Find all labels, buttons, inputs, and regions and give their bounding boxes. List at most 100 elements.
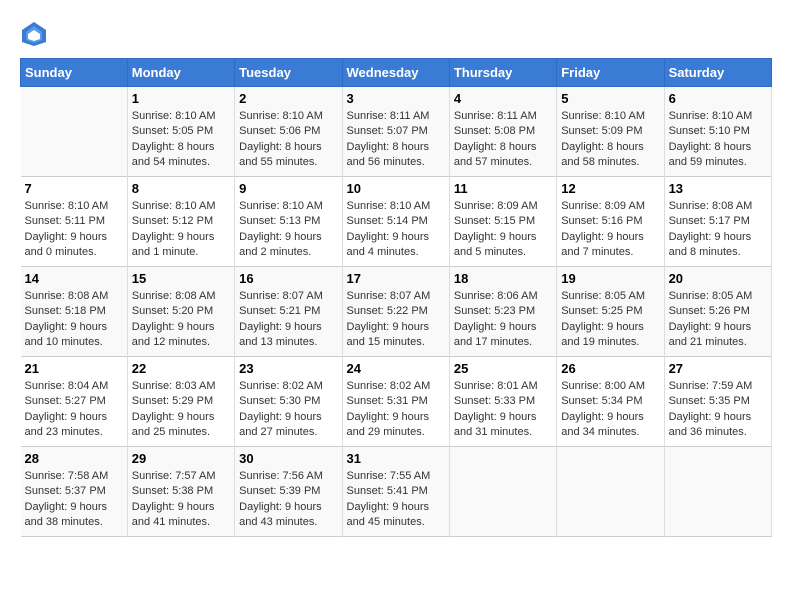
- day-number: 13: [669, 181, 767, 196]
- day-number: 10: [347, 181, 445, 196]
- day-info: Sunrise: 8:08 AM Sunset: 5:18 PM Dayligh…: [25, 289, 123, 351]
- day-number: 4: [454, 91, 552, 106]
- calendar-table: SundayMondayTuesdayWednesdayThursdayFrid…: [20, 58, 772, 537]
- day-number: 26: [561, 361, 659, 376]
- calendar-cell: 30Sunrise: 7:56 AM Sunset: 5:39 PM Dayli…: [235, 447, 342, 537]
- day-number: 29: [132, 451, 230, 466]
- day-info: Sunrise: 8:05 AM Sunset: 5:25 PM Dayligh…: [561, 289, 659, 351]
- day-info: Sunrise: 8:10 AM Sunset: 5:14 PM Dayligh…: [347, 199, 445, 261]
- day-number: 5: [561, 91, 659, 106]
- day-number: 20: [669, 271, 767, 286]
- calendar-cell: 21 Sunrise: 8:04 AM Sunset: 5:27 PM Dayli…: [21, 357, 128, 447]
- calendar-week-row: 7 Sunrise: 8:10 AM Sunset: 5:11 PM Daylig…: [21, 177, 772, 267]
- header-wednesday: Wednesday: [342, 59, 449, 87]
- day-number: 8: [132, 181, 230, 196]
- calendar-cell: 26 Sunrise: 8:00 AM Sunset: 5:34 PM Dayli…: [557, 357, 664, 447]
- calendar-cell: [664, 447, 771, 537]
- day-info: Sunrise: 8:00 AM Sunset: 5:34 PM Dayligh…: [561, 379, 659, 441]
- calendar-cell: 25 Sunrise: 8:01 AM Sunset: 5:33 PM Dayli…: [449, 357, 556, 447]
- day-info: Sunrise: 8:07 AM Sunset: 5:22 PM Dayligh…: [347, 289, 445, 351]
- calendar-week-row: 1 Sunrise: 8:10 AM Sunset: 5:05 PM Daylig…: [21, 87, 772, 177]
- day-info: Sunrise: 8:10 AM Sunset: 5:09 PM Dayligh…: [561, 109, 659, 171]
- calendar-cell: 28Sunrise: 7:58 AM Sunset: 5:37 PM Dayli…: [21, 447, 128, 537]
- calendar-cell: 15Sunrise: 8:08 AM Sunset: 5:20 PM Dayli…: [127, 267, 234, 357]
- calendar-cell: 27 Sunrise: 7:59 AM Sunset: 5:35 PM Dayli…: [664, 357, 771, 447]
- calendar-cell: 24 Sunrise: 8:02 AM Sunset: 5:31 PM Dayli…: [342, 357, 449, 447]
- logo-icon: [20, 20, 48, 48]
- calendar-cell: 5 Sunrise: 8:10 AM Sunset: 5:09 PM Daylig…: [557, 87, 664, 177]
- day-info: Sunrise: 8:06 AM Sunset: 5:23 PM Dayligh…: [454, 289, 552, 351]
- day-info: Sunrise: 7:59 AM Sunset: 5:35 PM Dayligh…: [669, 379, 767, 441]
- day-number: 7: [25, 181, 123, 196]
- calendar-week-row: 28Sunrise: 7:58 AM Sunset: 5:37 PM Dayli…: [21, 447, 772, 537]
- calendar-cell: 31 Sunrise: 7:55 AM Sunset: 5:41 PM Dayli…: [342, 447, 449, 537]
- calendar-cell: 3 Sunrise: 8:11 AM Sunset: 5:07 PM Daylig…: [342, 87, 449, 177]
- calendar-cell: 16 Sunrise: 8:07 AM Sunset: 5:21 PM Dayli…: [235, 267, 342, 357]
- day-number: 3: [347, 91, 445, 106]
- day-info: Sunrise: 8:04 AM Sunset: 5:27 PM Dayligh…: [25, 379, 123, 441]
- calendar-cell: 29Sunrise: 7:57 AM Sunset: 5:38 PM Dayli…: [127, 447, 234, 537]
- day-info: Sunrise: 8:05 AM Sunset: 5:26 PM Dayligh…: [669, 289, 767, 351]
- day-number: 1: [132, 91, 230, 106]
- day-number: 23: [239, 361, 337, 376]
- calendar-cell: 7 Sunrise: 8:10 AM Sunset: 5:11 PM Daylig…: [21, 177, 128, 267]
- calendar-week-row: 21 Sunrise: 8:04 AM Sunset: 5:27 PM Dayli…: [21, 357, 772, 447]
- day-number: 2: [239, 91, 337, 106]
- day-number: 19: [561, 271, 659, 286]
- calendar-week-row: 14 Sunrise: 8:08 AM Sunset: 5:18 PM Dayli…: [21, 267, 772, 357]
- day-number: 24: [347, 361, 445, 376]
- day-number: 14: [25, 271, 123, 286]
- day-info: Sunrise: 8:08 AM Sunset: 5:17 PM Dayligh…: [669, 199, 767, 261]
- day-info: Sunrise: 8:02 AM Sunset: 5:30 PM Dayligh…: [239, 379, 337, 441]
- day-info: Sunrise: 8:09 AM Sunset: 5:16 PM Dayligh…: [561, 199, 659, 261]
- calendar-cell: [449, 447, 556, 537]
- header-row: SundayMondayTuesdayWednesdayThursdayFrid…: [21, 59, 772, 87]
- day-info: Sunrise: 7:55 AM Sunset: 5:41 PM Dayligh…: [347, 469, 445, 531]
- calendar-cell: 17Sunrise: 8:07 AM Sunset: 5:22 PM Dayli…: [342, 267, 449, 357]
- day-info: Sunrise: 8:02 AM Sunset: 5:31 PM Dayligh…: [347, 379, 445, 441]
- day-info: Sunrise: 7:58 AM Sunset: 5:37 PM Dayligh…: [25, 469, 123, 531]
- calendar-cell: 9 Sunrise: 8:10 AM Sunset: 5:13 PM Daylig…: [235, 177, 342, 267]
- day-info: Sunrise: 8:10 AM Sunset: 5:11 PM Dayligh…: [25, 199, 123, 261]
- calendar-header: SundayMondayTuesdayWednesdayThursdayFrid…: [21, 59, 772, 87]
- day-number: 27: [669, 361, 767, 376]
- header-tuesday: Tuesday: [235, 59, 342, 87]
- day-info: Sunrise: 8:10 AM Sunset: 5:05 PM Dayligh…: [132, 109, 230, 171]
- calendar-cell: 13 Sunrise: 8:08 AM Sunset: 5:17 PM Dayli…: [664, 177, 771, 267]
- header-thursday: Thursday: [449, 59, 556, 87]
- day-number: 21: [25, 361, 123, 376]
- day-number: 18: [454, 271, 552, 286]
- day-number: 30: [239, 451, 337, 466]
- calendar-cell: [21, 87, 128, 177]
- calendar-cell: 4Sunrise: 8:11 AM Sunset: 5:08 PM Daylig…: [449, 87, 556, 177]
- day-number: 31: [347, 451, 445, 466]
- calendar-cell: 2 Sunrise: 8:10 AM Sunset: 5:06 PM Daylig…: [235, 87, 342, 177]
- day-number: 16: [239, 271, 337, 286]
- day-number: 9: [239, 181, 337, 196]
- day-info: Sunrise: 8:10 AM Sunset: 5:06 PM Dayligh…: [239, 109, 337, 171]
- calendar-body: 1 Sunrise: 8:10 AM Sunset: 5:05 PM Daylig…: [21, 87, 772, 537]
- day-number: 25: [454, 361, 552, 376]
- header-monday: Monday: [127, 59, 234, 87]
- calendar-cell: 20 Sunrise: 8:05 AM Sunset: 5:26 PM Dayli…: [664, 267, 771, 357]
- day-info: Sunrise: 8:07 AM Sunset: 5:21 PM Dayligh…: [239, 289, 337, 351]
- header-saturday: Saturday: [664, 59, 771, 87]
- calendar-cell: 14 Sunrise: 8:08 AM Sunset: 5:18 PM Dayli…: [21, 267, 128, 357]
- day-number: 22: [132, 361, 230, 376]
- calendar-cell: 18 Sunrise: 8:06 AM Sunset: 5:23 PM Dayli…: [449, 267, 556, 357]
- calendar-cell: 11Sunrise: 8:09 AM Sunset: 5:15 PM Dayli…: [449, 177, 556, 267]
- day-info: Sunrise: 8:11 AM Sunset: 5:07 PM Dayligh…: [347, 109, 445, 171]
- calendar-cell: 22 Sunrise: 8:03 AM Sunset: 5:29 PM Dayli…: [127, 357, 234, 447]
- calendar-cell: 6Sunrise: 8:10 AM Sunset: 5:10 PM Daylig…: [664, 87, 771, 177]
- day-info: Sunrise: 8:09 AM Sunset: 5:15 PM Dayligh…: [454, 199, 552, 261]
- day-number: 15: [132, 271, 230, 286]
- calendar-cell: 10 Sunrise: 8:10 AM Sunset: 5:14 PM Dayli…: [342, 177, 449, 267]
- header-sunday: Sunday: [21, 59, 128, 87]
- day-number: 6: [669, 91, 767, 106]
- day-info: Sunrise: 8:01 AM Sunset: 5:33 PM Dayligh…: [454, 379, 552, 441]
- day-number: 12: [561, 181, 659, 196]
- logo: [20, 20, 52, 48]
- day-info: Sunrise: 8:10 AM Sunset: 5:13 PM Dayligh…: [239, 199, 337, 261]
- day-info: Sunrise: 8:03 AM Sunset: 5:29 PM Dayligh…: [132, 379, 230, 441]
- calendar-cell: 12 Sunrise: 8:09 AM Sunset: 5:16 PM Dayli…: [557, 177, 664, 267]
